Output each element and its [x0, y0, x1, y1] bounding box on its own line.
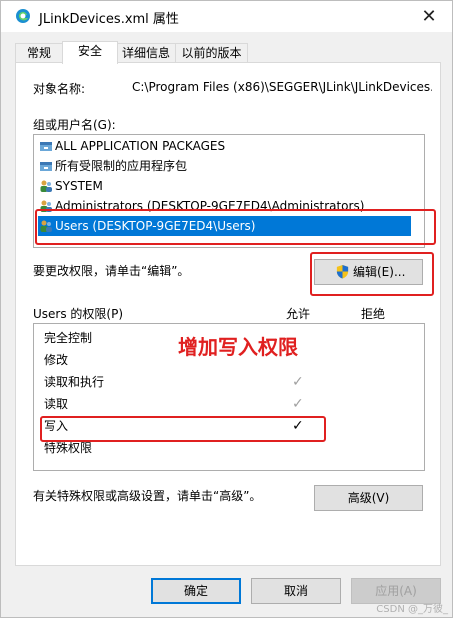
permissions-label: Users 的权限(P)	[33, 307, 124, 321]
permission-name: 特殊权限	[44, 441, 93, 455]
groups-label: 组或用户名(G):	[33, 118, 116, 132]
allow-column-header: 允许	[286, 307, 311, 321]
cancel-button[interactable]: 取消	[251, 578, 341, 604]
list-item-label: SYSTEM	[55, 179, 103, 193]
annotation-text: 增加写入权限	[178, 335, 298, 359]
close-button[interactable]: ✕	[406, 1, 452, 32]
properties-dialog: JLinkDevices.xml 属性 ✕ 常规 安全 详细信息 以前的版本 对…	[0, 0, 453, 618]
window-title: JLinkDevices.xml 属性	[39, 12, 179, 27]
permission-name: 修改	[44, 353, 69, 367]
object-name-value: C:\Program Files (x86)\SEGGER\JLink\JLin…	[132, 80, 432, 94]
object-name-label: 对象名称:	[33, 82, 86, 96]
permission-row: 修改	[44, 350, 68, 370]
permission-name: 读取和执行	[44, 375, 105, 389]
title-bar: JLinkDevices.xml 属性 ✕	[1, 1, 452, 32]
permission-row: 读取和执行	[44, 372, 104, 392]
tab-details[interactable]: 详细信息	[116, 43, 176, 63]
tab-general[interactable]: 常规	[15, 43, 63, 63]
allow-check-inherited: ✓	[292, 396, 304, 412]
ok-button[interactable]: 确定	[151, 578, 241, 604]
permission-row: 读取	[44, 394, 68, 414]
advanced-hint: 有关特殊权限或高级设置，请单击“高级”。	[33, 489, 262, 503]
edge-file-icon	[16, 9, 30, 23]
tab-security[interactable]: 安全	[62, 41, 118, 64]
edit-hint: 要更改权限，请单击“编辑”。	[33, 264, 190, 278]
list-item[interactable]: ALL APPLICATION PACKAGES	[34, 136, 422, 156]
list-item[interactable]: 所有受限制的应用程序包	[34, 156, 422, 176]
deny-column-header: 拒绝	[361, 307, 386, 321]
permission-name: 读取	[44, 397, 69, 411]
watermark: CSDN @_万彼_	[376, 604, 448, 615]
highlight-box-write	[40, 416, 326, 442]
package-icon	[40, 142, 52, 151]
permission-row: 完全控制	[44, 328, 92, 348]
list-item-label: 所有受限制的应用程序包	[55, 159, 188, 173]
advanced-button[interactable]: 高级(V)	[314, 485, 423, 511]
tab-previous-versions[interactable]: 以前的版本	[175, 43, 248, 63]
highlight-box-users	[35, 209, 436, 245]
allow-check-inherited: ✓	[292, 374, 304, 390]
highlight-box-edit	[310, 252, 434, 296]
users-icon	[40, 180, 52, 192]
close-icon: ✕	[421, 6, 437, 27]
package-icon	[40, 162, 52, 171]
list-item[interactable]: SYSTEM	[34, 176, 422, 196]
list-item-label: ALL APPLICATION PACKAGES	[55, 139, 226, 153]
security-panel: 对象名称: C:\Program Files (x86)\SEGGER\JLin…	[15, 62, 441, 566]
permission-name: 完全控制	[44, 331, 93, 345]
